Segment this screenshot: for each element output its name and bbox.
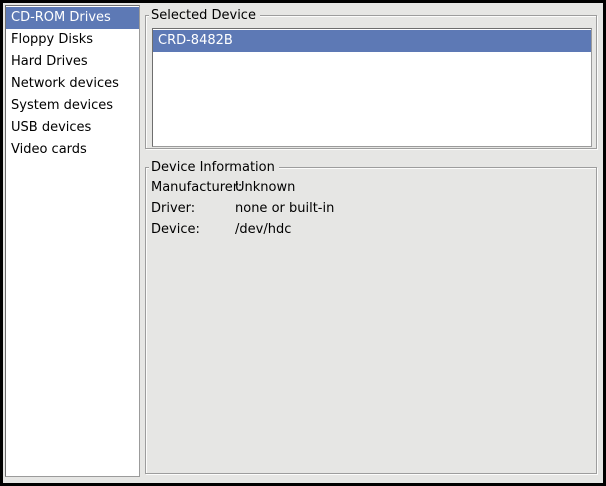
sidebar-item-system-devices[interactable]: System devices: [6, 95, 139, 117]
sidebar-item-cd-rom-drives[interactable]: CD-ROM Drives: [6, 7, 139, 29]
device-list-item-crd-8482b[interactable]: CRD-8482B: [153, 30, 591, 52]
selected-device-list: CRD-8482B: [152, 28, 592, 147]
driver-value: none or built-in: [235, 198, 590, 219]
device-value: /dev/hdc: [235, 219, 590, 240]
sidebar-item-floppy-disks[interactable]: Floppy Disks: [6, 29, 139, 51]
device-label: Device:: [151, 219, 235, 240]
selected-device-frame: Selected Device CRD-8482B: [145, 15, 597, 149]
device-information-frame: Device Information Manufacturer: Unknown…: [145, 167, 597, 474]
manufacturer-label: Manufacturer:: [151, 177, 235, 198]
device-information-frame-title: Device Information: [149, 158, 279, 177]
selected-device-frame-title: Selected Device: [149, 6, 260, 25]
device-information-fields: Manufacturer: Unknown Driver: none or bu…: [151, 177, 590, 240]
sidebar-item-hard-drives[interactable]: Hard Drives: [6, 51, 139, 73]
hardware-browser-window: CD-ROM Drives Floppy Disks Hard Drives N…: [0, 0, 606, 486]
device-category-list: CD-ROM Drives Floppy Disks Hard Drives N…: [5, 5, 140, 477]
sidebar-item-usb-devices[interactable]: USB devices: [6, 117, 139, 139]
sidebar-item-video-cards[interactable]: Video cards: [6, 139, 139, 161]
manufacturer-value: Unknown: [235, 177, 590, 198]
driver-label: Driver:: [151, 198, 235, 219]
sidebar-item-network-devices[interactable]: Network devices: [6, 73, 139, 95]
